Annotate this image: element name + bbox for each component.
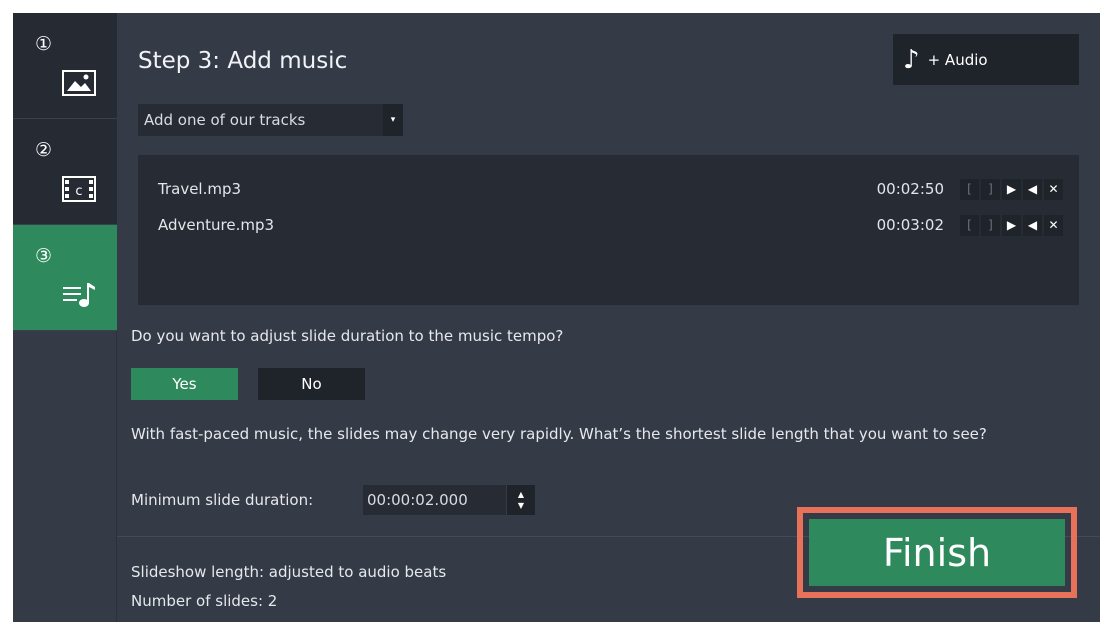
list-item[interactable]: Adventure.mp3 00:03:02 [ ] ▶ ◀ ✕ [158,211,1063,239]
no-button[interactable]: No [258,368,365,400]
stepper-up-icon[interactable]: ▲ [518,489,524,500]
mark-out-button[interactable]: ] [981,214,1000,236]
yes-button[interactable]: Yes [131,368,238,400]
film-icon: c [62,176,96,202]
slideshow-summary: Slideshow length: adjusted to audio beat… [131,558,446,616]
mark-in-button[interactable]: [ [960,178,979,200]
add-audio-button[interactable]: ♪ + Audio [893,34,1079,85]
min-duration-field[interactable]: 00:00:02.000 [363,485,506,515]
step-rail: ① ② c ③ [13,13,117,622]
step-number: ① [35,33,53,55]
min-duration-value: 00:00:02.000 [367,491,468,509]
mark-out-button[interactable]: ] [981,178,1000,200]
list-item[interactable]: Travel.mp3 00:02:50 [ ] ▶ ◀ ✕ [158,175,1063,203]
info-text: With fast-paced music, the slides may ch… [131,425,987,443]
music-note-icon: ♪ [903,44,920,75]
add-audio-label: + Audio [927,50,988,69]
duration-stepper[interactable]: ▲ ▼ [507,485,535,515]
step-2-tab[interactable]: ② c [13,119,117,225]
play-icon[interactable]: ▶ [1002,214,1021,236]
step-3-tab[interactable]: ③ [13,225,117,331]
step-number: ② [35,139,53,161]
slide-count: Number of slides: 2 [131,592,278,610]
chevron-down-icon: ▾ [383,104,403,136]
close-icon[interactable]: ✕ [1044,178,1063,200]
track-source-dropdown[interactable]: Add one of our tracks ▾ [138,104,403,136]
tempo-question: Do you want to adjust slide duration to … [131,327,564,345]
mark-in-button[interactable]: [ [960,214,979,236]
image-icon [62,70,96,96]
track-list: Travel.mp3 00:02:50 [ ] ▶ ◀ ✕ Adventure.… [138,155,1079,305]
finish-button[interactable]: Finish [809,519,1065,586]
track-name: Adventure.mp3 [158,216,275,234]
track-duration: 00:02:50 [876,180,944,198]
stepper-down-icon[interactable]: ▼ [518,500,524,511]
min-duration-label: Minimum slide duration: [131,491,314,509]
volume-icon[interactable]: ◀ [1023,178,1042,200]
slideshow-length: Slideshow length: adjusted to audio beat… [131,563,447,581]
svg-text:c: c [75,184,82,199]
dropdown-value: Add one of our tracks [144,111,306,129]
track-name: Travel.mp3 [158,180,242,198]
step-1-tab[interactable]: ① [13,13,117,119]
music-list-icon [63,283,95,307]
play-icon[interactable]: ▶ [1002,178,1021,200]
page-title: Step 3: Add music [138,48,348,74]
close-icon[interactable]: ✕ [1044,214,1063,236]
step-number: ③ [35,245,53,267]
track-duration: 00:03:02 [876,216,944,234]
volume-icon[interactable]: ◀ [1023,214,1042,236]
